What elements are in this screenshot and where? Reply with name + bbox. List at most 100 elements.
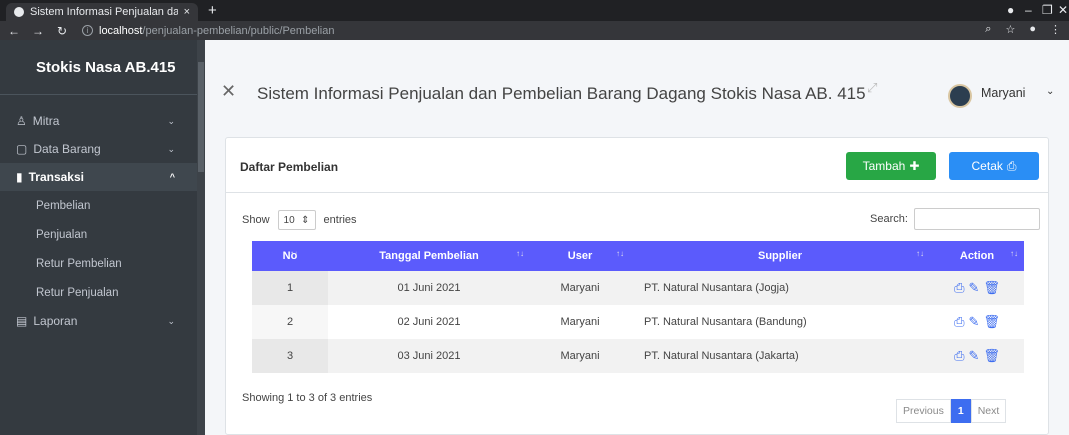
table-row: 3 03 Juni 2021 Maryani PT. Natural Nusan… [252,339,1024,373]
sidebar-item-laporan[interactable]: ▤ Laporan ⌄ [0,307,205,335]
sidebar-item-label: Mitra [32,114,60,128]
cell-supplier: PT. Natural Nusantara (Jogja) [644,282,789,294]
card-header: Daftar Pembelian Tambah ✚ Cetak ⎙ [226,138,1048,193]
cell-user: Maryani [560,350,600,362]
next-button[interactable]: Next [970,399,1007,423]
entries-control: Show 10 ⇕ entries [242,210,357,230]
sidebar-scrollbar[interactable] [197,40,205,435]
user-name[interactable]: Maryani [981,86,1025,100]
cell-no: 3 [252,339,328,373]
page-title: Sistem Informasi Penjualan dan Pembelian… [257,84,866,103]
card-title: Daftar Pembelian [240,160,339,174]
chevron-down-icon: ⌄ [167,143,175,154]
detail-icon[interactable]: ⎙ [954,348,964,364]
box-icon: ▢ [16,142,28,156]
column-header-date[interactable]: Tanggal Pembelian ↑↓ [328,241,530,271]
scrollbar-thumb[interactable] [198,62,204,172]
entries-select[interactable]: 10 ⇕ [277,210,316,230]
tab-close-icon[interactable]: × [184,6,190,18]
edit-icon[interactable]: ✎ [968,314,979,330]
table-header-row: No ↑↓ Tanggal Pembelian ↑↓ User ↑↓ Supplier… [252,241,1024,271]
entries-value: 10 [283,214,295,226]
delete-icon[interactable]: 🗑 [983,348,1000,364]
detail-icon[interactable]: ⎙ [954,314,964,330]
page-button[interactable]: 1 [950,399,971,423]
cell-no: 2 [252,305,328,339]
globe-icon [14,7,24,17]
url-host: localhost [99,24,143,37]
cell-no: 1 [252,271,328,305]
sidebar-nav: ♙ Mitra ⌄ ▢ Data Barang ⌄ ▮ Transaksi ^ Pem… [0,95,205,335]
sidebar-item-transaksi[interactable]: ▮ Transaksi ^ [0,163,205,191]
cell-date: 03 Juni 2021 [397,350,461,362]
column-header-supplier[interactable]: Supplier ↑↓ [630,241,930,271]
sort-icon: ↑↓ [290,249,298,258]
minimize-icon[interactable]: – [1025,3,1032,17]
pagination: Previous 1 Next [896,399,1007,423]
entries-label: entries [323,214,357,226]
menu-icon[interactable]: ⋮ [1050,23,1061,36]
cell-actions: ⎙ ✎ 🗑 [930,305,1024,339]
column-header-no[interactable]: No ↑↓ [252,241,328,271]
reload-icon[interactable]: ↻ [52,24,72,38]
sidebar-item-mitra[interactable]: ♙ Mitra ⌄ [0,107,205,135]
purchase-table: No ↑↓ Tanggal Pembelian ↑↓ User ↑↓ Supplier… [252,241,1024,373]
browser-tabbar: Sistem Informasi Penjualan dan P × + ● –… [0,0,1069,21]
brand-title[interactable]: Stokis Nasa AB.415 [0,40,205,95]
sidebar-subitem-pembelian[interactable]: Pembelian [0,191,205,220]
url-path: /penjualan-pembelian/public/Pembelian [142,24,335,37]
sidebar-subitem-retur-penjualan[interactable]: Retur Penjualan [0,278,205,307]
table-row: 2 02 Juni 2021 Maryani PT. Natural Nusan… [252,305,1024,339]
user-icon: ♙ [16,114,27,128]
close-window-icon[interactable]: ✕ [1058,3,1068,17]
select-arrows-icon: ⇕ [301,214,310,226]
delete-icon[interactable]: 🗑 [983,280,1000,296]
forward-icon[interactable]: → [28,24,48,38]
url-field[interactable]: i localhost /penjualan-pembelian/public/… [82,25,334,37]
sidebar-item-data-barang[interactable]: ▢ Data Barang ⌄ [0,135,205,163]
search-label: Search: [870,213,908,225]
table-row: 1 01 Juni 2021 Maryani PT. Natural Nusan… [252,271,1024,305]
info-icon[interactable]: i [82,25,93,36]
chevron-down-icon: ⌄ [167,315,175,326]
search-input[interactable] [913,208,1040,230]
edit-icon[interactable]: ✎ [968,348,979,364]
avatar[interactable] [948,84,972,108]
maximize-icon[interactable]: ❐ [1042,3,1053,17]
chart-icon: ▮ [16,170,23,184]
new-tab-button[interactable]: + [208,2,217,19]
edit-icon[interactable]: ✎ [968,280,979,296]
account-icon[interactable]: ● [1029,23,1036,36]
close-sidebar-icon[interactable]: ✕ [221,81,236,102]
cell-date: 02 Juni 2021 [397,316,461,328]
column-header-action[interactable]: Action ↑↓ [930,241,1024,271]
sidebar-subitem-retur-pembelian[interactable]: Retur Pembelian [0,249,205,278]
printer-icon: ⎙ [1006,158,1017,173]
chevron-down-icon[interactable]: ⌄ [1046,86,1054,97]
purchase-card: Daftar Pembelian Tambah ✚ Cetak ⎙ Show 1… [225,137,1049,435]
add-label: Tambah [862,159,906,173]
fullscreen-icon[interactable]: ⤢ [867,80,877,96]
bookmark-star-icon[interactable]: ☆ [1005,23,1015,36]
detail-icon[interactable]: ⎙ [954,280,964,296]
delete-icon[interactable]: 🗑 [983,314,1000,330]
cell-supplier: PT. Natural Nusantara (Bandung) [644,316,807,328]
previous-button[interactable]: Previous [896,399,951,423]
add-button[interactable]: Tambah ✚ [846,152,936,180]
print-label: Cetak [971,159,1003,173]
sidebar-item-label: Transaksi [28,170,84,184]
cell-actions: ⎙ ✎ 🗑 [930,271,1024,305]
zoom-icon[interactable]: ⌕ [985,23,991,36]
back-icon[interactable]: ← [4,24,24,38]
sidebar-item-label: Data Barang [33,142,101,156]
browser-tab[interactable]: Sistem Informasi Penjualan dan P × [6,3,198,21]
column-header-user[interactable]: User ↑↓ [530,241,630,271]
sort-icon: ↑↓ [516,249,524,258]
chevron-down-icon: ⌄ [167,115,175,126]
sidebar-subitem-penjualan[interactable]: Penjualan [0,220,205,249]
tab-title: Sistem Informasi Penjualan dan P [30,6,178,18]
chevron-up-icon: ^ [169,172,175,182]
profile-dot-icon[interactable]: ● [1007,3,1014,17]
print-button[interactable]: Cetak ⎙ [949,152,1039,180]
plus-icon: ✚ [909,159,920,173]
